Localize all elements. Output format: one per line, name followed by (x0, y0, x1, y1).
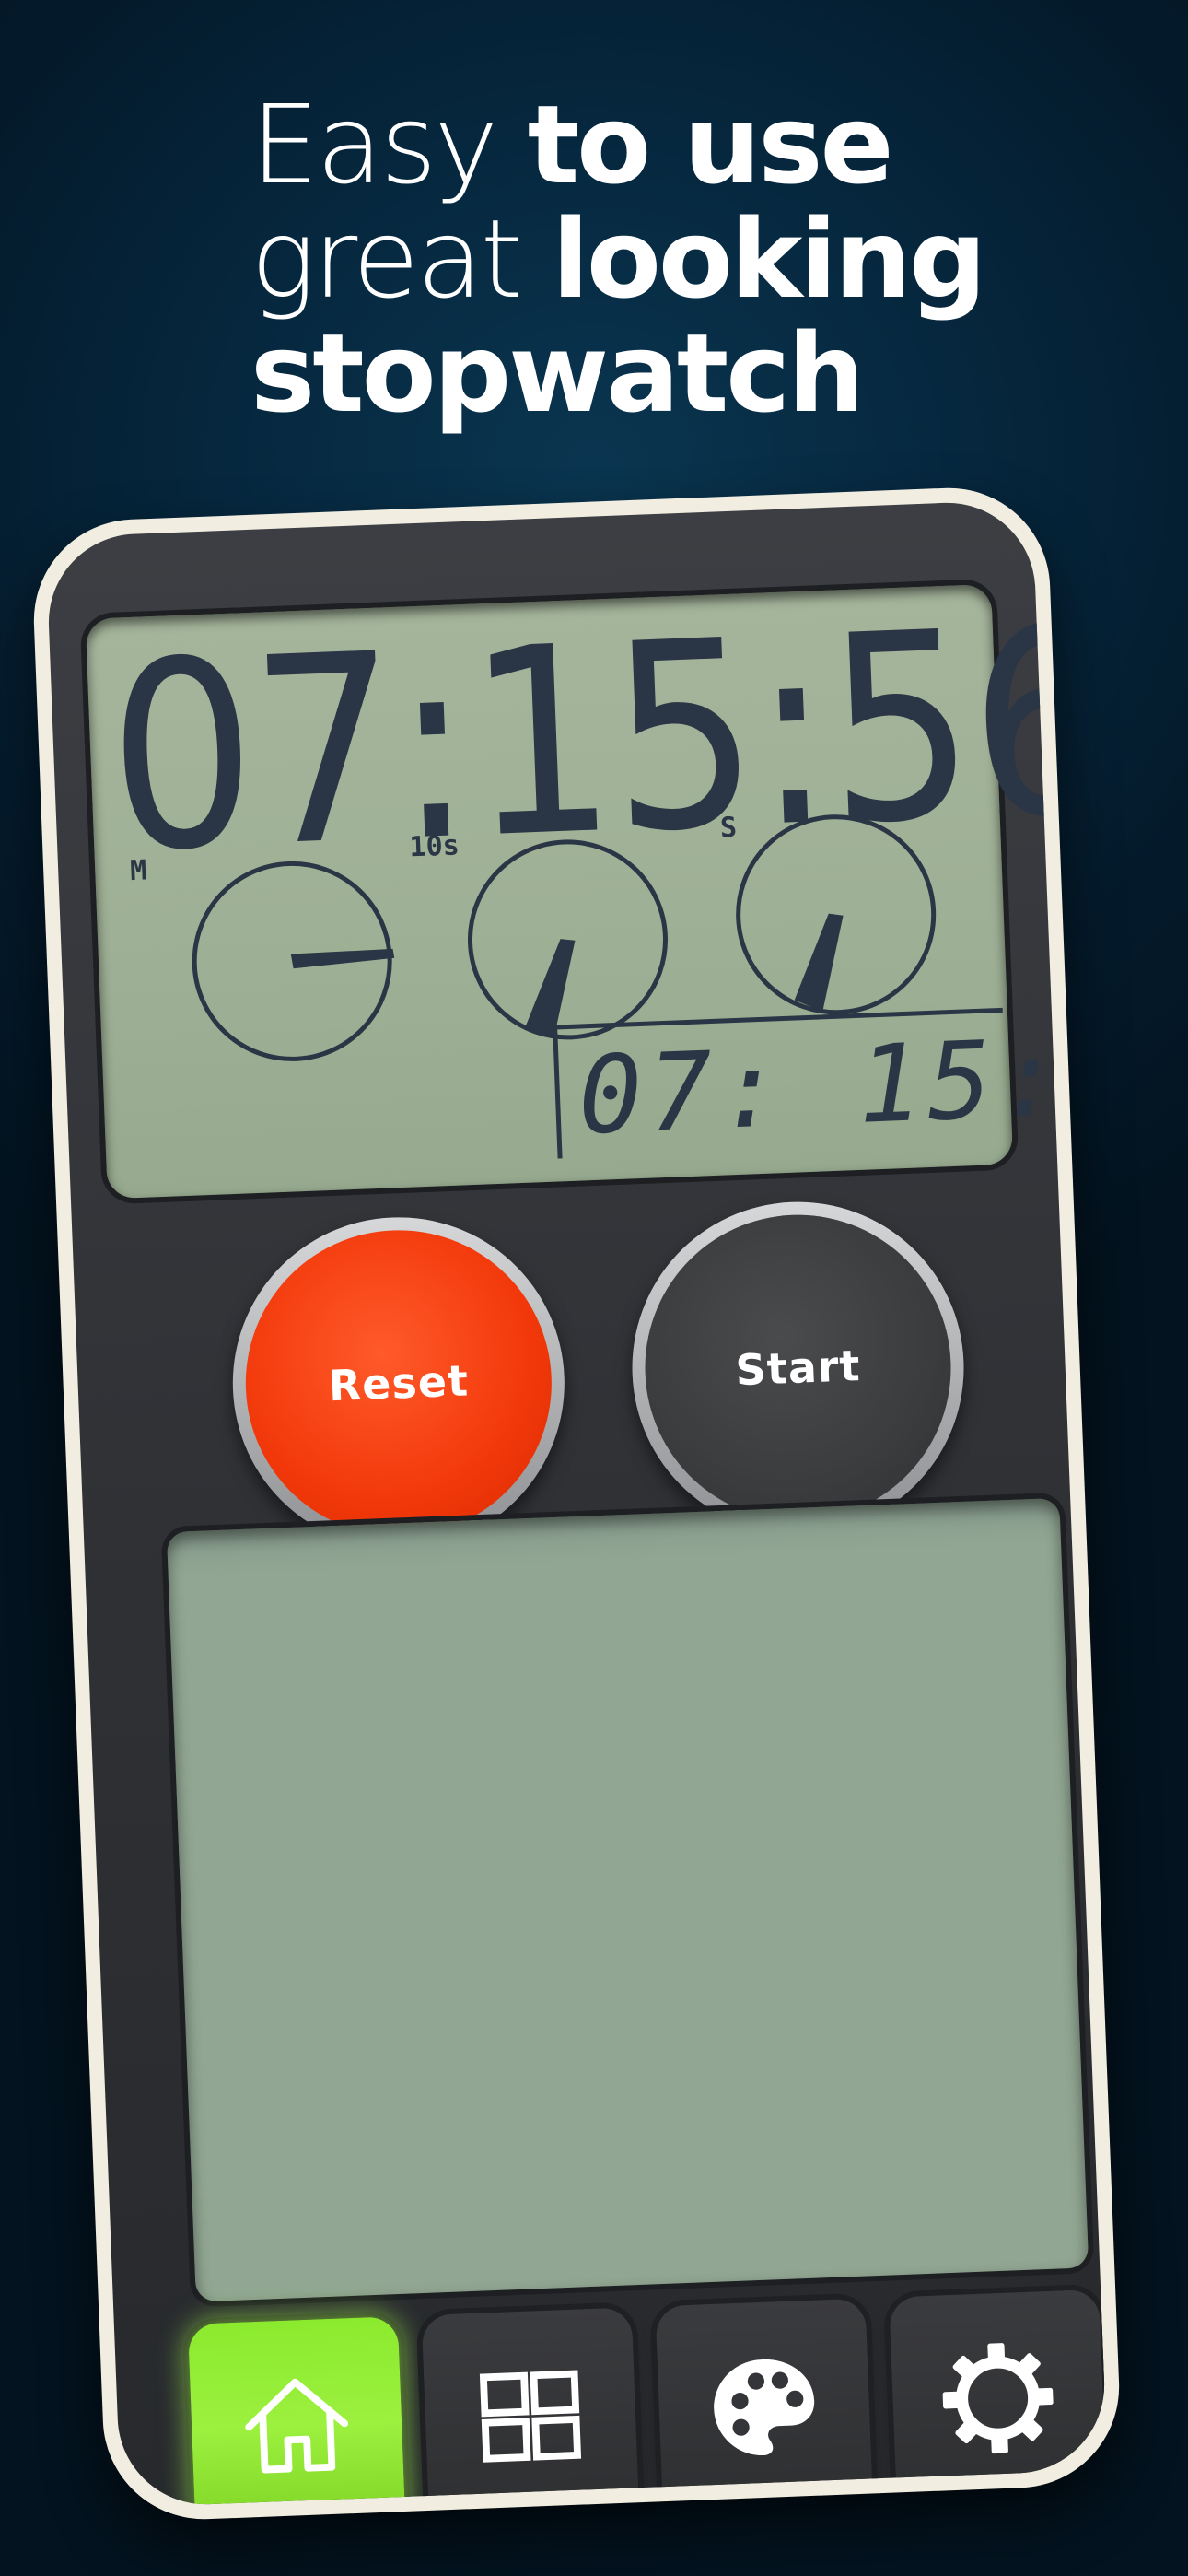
headline-bold-1: to use (527, 81, 894, 208)
reset-button-ring: Reset (227, 1211, 571, 1556)
headline-light-2: great (250, 195, 553, 322)
tab-grid[interactable] (421, 2307, 640, 2508)
stopwatch-display: 07:15:56 M 10s S 07: 15:56 (85, 570, 1108, 1200)
ten-seconds-dial-label: 10s (408, 829, 460, 864)
headline: Easy to use great looking stopwatch (250, 88, 986, 430)
tab-settings[interactable] (889, 2289, 1107, 2508)
grid-icon (479, 2370, 582, 2463)
gear-icon (942, 2343, 1054, 2454)
seconds-dial (736, 814, 937, 1015)
lap-list-area[interactable] (166, 1497, 1089, 2302)
tab-themes[interactable] (655, 2298, 874, 2508)
ten-seconds-dial (467, 839, 668, 1040)
tab-home[interactable] (187, 2316, 406, 2508)
digital-time: 07: 15:56 (576, 1010, 1108, 1159)
start-button[interactable]: Start (639, 1209, 957, 1527)
minutes-dial (192, 861, 395, 1061)
phone-frame: 07:15:56 M 10s S 07: 15:56 Reset Start (29, 484, 1124, 2523)
palette-icon (714, 2359, 815, 2455)
reset-button[interactable]: Reset (239, 1224, 558, 1542)
digital-readout: 07: 15:56 (553, 1007, 1108, 1159)
start-button-ring: Start (625, 1195, 971, 1540)
tab-bar (187, 2289, 1108, 2508)
headline-bold-2: looking (552, 195, 986, 322)
app-screen: 07:15:56 M 10s S 07: 15:56 Reset Start (45, 499, 1108, 2508)
minutes-dial-label: M (129, 854, 148, 888)
house-icon (245, 2378, 349, 2474)
headline-bold-3: stopwatch (250, 310, 865, 437)
headline-light-1: Easy (250, 81, 528, 208)
